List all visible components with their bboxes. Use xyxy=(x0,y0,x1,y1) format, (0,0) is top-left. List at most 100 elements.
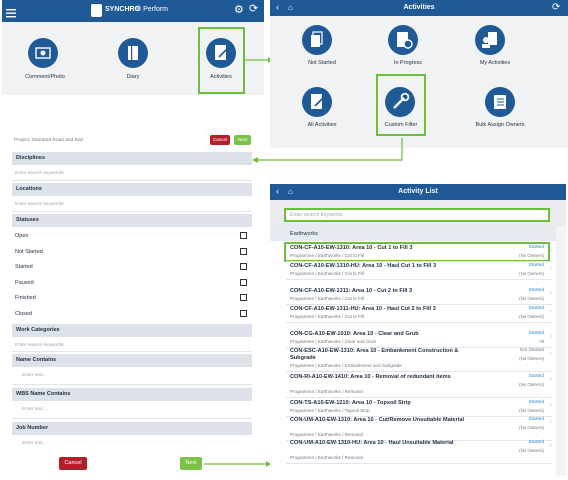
divider xyxy=(286,371,552,372)
chevron-right-icon: › xyxy=(549,333,552,340)
bottom-next-button[interactable]: Next xyxy=(180,457,202,470)
status-finished: Finished xyxy=(15,295,36,301)
disciplines-search-input[interactable]: Enter search keywords xyxy=(15,171,64,176)
project-label: Project: Standard Road and Rail xyxy=(14,138,83,143)
activity-title: CON-CF-A10-EW-1310-HU: Area 10 - Haul Cu… xyxy=(290,263,437,269)
tile-all-activities[interactable]: All Activities xyxy=(282,84,362,139)
status-open-checkbox[interactable] xyxy=(240,232,247,239)
tile-diary[interactable]: Diary xyxy=(90,22,177,95)
owner-label: All xyxy=(539,339,544,344)
tile-label: Activities xyxy=(210,74,232,80)
owner-label: (No Owners) xyxy=(519,382,544,387)
owner-label: (No Owners) xyxy=(519,296,544,301)
search-input[interactable]: Enter search keywords xyxy=(290,212,343,218)
tile-bulk-assign-owners[interactable]: Bulk Assign Owners xyxy=(450,84,550,139)
name-contains-header: Name Contains xyxy=(12,354,252,367)
flow-arrow xyxy=(204,461,271,467)
wrench-icon xyxy=(385,87,415,117)
app-name: SYNCHRO xyxy=(105,6,141,13)
book-icon xyxy=(118,38,148,68)
status-paused-checkbox[interactable] xyxy=(240,279,247,286)
status-started-checkbox[interactable] xyxy=(240,263,247,270)
wbs-name-contains-input[interactable]: Enter text... xyxy=(22,407,47,412)
disciplines-header: Disciplines xyxy=(12,152,252,165)
page-title: Activity List xyxy=(398,188,438,195)
divider xyxy=(12,211,252,212)
tile-custom-filter[interactable]: Custom Filter xyxy=(361,84,441,139)
job-number-header: Job Number xyxy=(12,422,252,435)
activity-path: Programme / Earthworks / Clear and Grub xyxy=(290,339,377,344)
photo-icon xyxy=(28,38,58,68)
refresh-icon[interactable]: ⟳ xyxy=(249,4,258,15)
owner-label: (No Owners) xyxy=(519,253,544,258)
activity-path: Programme / Earthworks / Topsoil Strip xyxy=(290,408,370,413)
work-categories-search-input[interactable]: Enter search keywords xyxy=(15,343,64,348)
chevron-right-icon: › xyxy=(549,350,552,357)
tile-label: All Activities xyxy=(307,122,337,128)
chevron-right-icon: › xyxy=(549,442,552,449)
divider xyxy=(286,279,552,280)
status-closed: Closed xyxy=(15,311,33,317)
assign-list-icon xyxy=(485,87,515,117)
status-badge: Not Started xyxy=(519,348,544,353)
activity-title: CON-CF-A10-EW-1311: Area 10 - Cut 2 to F… xyxy=(290,288,413,294)
status-badge: Started xyxy=(528,417,544,422)
chevron-right-icon: › xyxy=(549,376,552,383)
activity-list-header: ‹ ⌂ Activity List xyxy=(270,184,566,200)
divider xyxy=(12,418,252,419)
activity-title: CON-RI-A10-EW-1410: Area 10 - Removal of… xyxy=(290,374,451,380)
app-suffix: ® Perform xyxy=(136,6,168,13)
status-not-started-checkbox[interactable] xyxy=(240,248,247,255)
wbs-name-contains-header: WBS Name Contains xyxy=(12,388,252,401)
chevron-right-icon: › xyxy=(549,419,552,426)
activity-title: CON-UM-A10-EW-1310-HU: Area 10 - Haul Un… xyxy=(290,440,454,446)
activity-path: Programme / Earthworks / Cut to Fill xyxy=(290,314,365,319)
status-finished-checkbox[interactable] xyxy=(240,294,247,301)
status-not-started: Not Started xyxy=(15,249,43,255)
activities-header: ‹ ⌂ Activities ⟳ xyxy=(270,0,568,16)
tile-in-progress[interactable]: In Progress xyxy=(368,22,448,77)
cancel-button[interactable]: Cancel xyxy=(210,135,230,145)
status-badge: Started xyxy=(528,400,544,405)
divider xyxy=(286,261,552,262)
bottom-cancel-button[interactable]: Cancel xyxy=(59,457,87,470)
status-paused: Paused xyxy=(15,280,34,286)
status-badge: Started xyxy=(528,288,544,293)
activities-screen: ‹ ⌂ Activities ⟳ Not Started In Progress… xyxy=(270,0,568,148)
activity-title: CON-CF-A10-EW-1310: Area 10 - Cut 1 to F… xyxy=(290,245,413,251)
activity-title: CON-UM-A10-EW-1310: Area 10 - Cut/Remove… xyxy=(290,417,465,423)
activity-path: Programme / Earthworks / Removal xyxy=(290,432,363,437)
status-closed-checkbox[interactable] xyxy=(240,310,247,317)
locations-search-input[interactable]: Enter search keywords xyxy=(15,202,64,207)
statuses-header: Statuses xyxy=(12,214,252,227)
status-badge: Started xyxy=(528,374,544,379)
tile-my-activities[interactable]: My Activities xyxy=(455,22,535,77)
divider xyxy=(286,304,552,305)
refresh-icon[interactable]: ⟳ xyxy=(552,2,560,13)
clipboard-gear-icon xyxy=(388,25,418,55)
locations-header: Locations xyxy=(12,183,252,196)
name-contains-input[interactable]: Enter text... xyxy=(22,373,47,378)
activity-path: Programme / Earthworks / Embankment and … xyxy=(290,363,402,368)
tile-label: My Activities xyxy=(479,60,511,66)
divider xyxy=(286,463,552,464)
activity-title: CON-CG-A10-EW-1010: Area 10 - Clear and … xyxy=(290,331,419,337)
tile-label: Bulk Assign Owners xyxy=(475,122,525,128)
menu-icon[interactable] xyxy=(6,5,16,18)
gear-icon[interactable]: ⚙ xyxy=(234,5,244,16)
tile-comment-photo[interactable]: Comment/Photo xyxy=(2,22,89,95)
custom-filter-screen: Project: Standard Road and Rail Cancel N… xyxy=(0,128,260,478)
next-button[interactable]: Next xyxy=(234,135,251,145)
activity-title: CON-ESC-A10-EW-1310: Area 10 - Embankmen… xyxy=(290,348,459,361)
owner-label: (No Owners) xyxy=(519,448,544,453)
home-header: SYNCHRO ® Perform ⚙ ⟳ xyxy=(2,0,264,22)
group-label: Earthworks xyxy=(290,231,318,237)
chevron-right-icon: › xyxy=(549,265,552,272)
tile-not-started[interactable]: Not Started xyxy=(282,22,362,77)
job-number-input[interactable]: Enter text... xyxy=(22,441,47,446)
status-badge: Started xyxy=(528,245,544,250)
activity-title: CON-TS-A10-EW-1210: Area 10 - Topsoil St… xyxy=(290,400,411,406)
flow-arrow xyxy=(252,138,403,163)
divider xyxy=(12,384,252,385)
status-started: Started xyxy=(15,264,33,270)
